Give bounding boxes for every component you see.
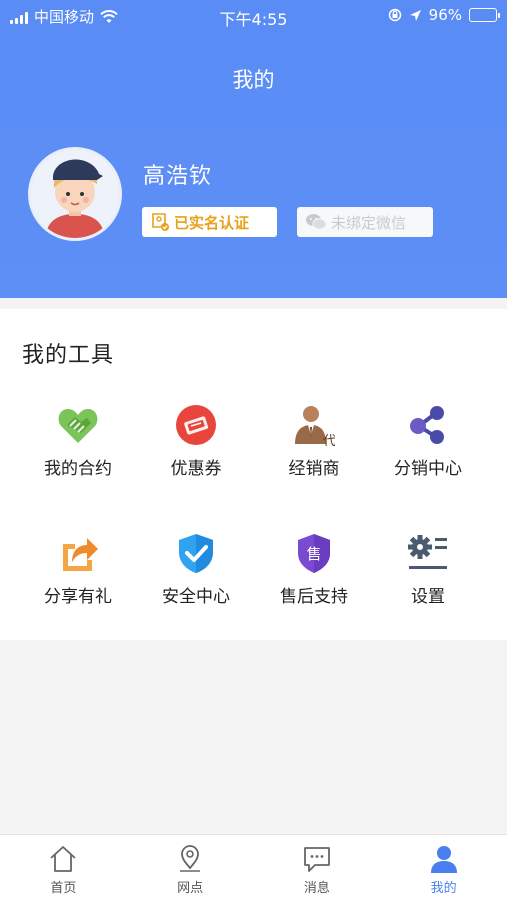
avatar[interactable] xyxy=(28,147,122,241)
tab-label: 消息 xyxy=(303,881,330,896)
coupon-icon xyxy=(174,403,218,447)
tool-my-contract[interactable]: 我的合约 xyxy=(15,403,141,479)
status-bar: 中国移动 下午4:55 96% xyxy=(0,0,507,32)
tab-home[interactable]: 首页 xyxy=(0,835,127,900)
user-icon xyxy=(430,846,457,873)
page-title: 我的 xyxy=(232,68,275,92)
wechat-label: 未绑定微信 xyxy=(331,213,407,232)
tool-after-sales[interactable]: 售 售后支持 xyxy=(251,531,377,607)
dealer-icon: 代 xyxy=(292,403,336,447)
tab-label: 我的 xyxy=(430,881,457,896)
tool-coupon[interactable]: 优惠券 xyxy=(133,403,259,479)
location-pin-icon xyxy=(180,845,201,872)
home-icon xyxy=(50,846,76,872)
share-nodes-icon xyxy=(406,403,450,447)
tool-share-gift[interactable]: 分享有礼 xyxy=(15,531,141,607)
svg-text:代: 代 xyxy=(323,434,335,446)
battery-percent: 96% xyxy=(428,6,462,24)
tab-messages[interactable]: 消息 xyxy=(254,835,381,900)
tool-label: 售后支持 xyxy=(280,587,348,607)
share-arrow-icon xyxy=(56,531,100,575)
tool-label: 分享有礼 xyxy=(44,587,112,607)
chat-bubble-icon xyxy=(303,847,330,872)
verified-badge[interactable]: 已实名认证 xyxy=(142,207,277,237)
svg-text:售: 售 xyxy=(306,545,321,563)
handshake-icon xyxy=(56,403,100,447)
orientation-lock-icon xyxy=(388,8,401,22)
gear-icon xyxy=(406,531,450,575)
tab-label: 网点 xyxy=(177,881,204,896)
verified-id-icon xyxy=(152,213,169,231)
wechat-bind-badge[interactable]: 未绑定微信 xyxy=(297,207,433,237)
user-name: 高浩钦 xyxy=(143,164,213,189)
tool-label: 安全中心 xyxy=(162,587,230,607)
tool-label: 经销商 xyxy=(288,459,340,479)
status-right: 96% xyxy=(388,6,500,24)
bottom-tab-bar: 首页 网点 消息 我的 xyxy=(0,834,507,900)
verified-label: 已实名认证 xyxy=(174,213,250,232)
profile-header: 中国移动 下午4:55 96% 我的 高浩钦 已实名认证 未绑定微信 xyxy=(0,0,507,298)
tool-settings[interactable]: 设置 xyxy=(365,531,491,607)
tool-security-center[interactable]: 安全中心 xyxy=(133,531,259,607)
tool-label: 优惠券 xyxy=(170,459,222,479)
wechat-icon xyxy=(306,214,327,230)
tool-distribution-center[interactable]: 分销中心 xyxy=(365,403,491,479)
avatar-illustration xyxy=(31,150,119,238)
tools-section: 我的工具 我的合约 优惠券 代 经销商 分销中心 分享有礼 安全中心 售 售后支… xyxy=(0,309,507,640)
tool-label: 设置 xyxy=(411,587,445,607)
tools-title: 我的工具 xyxy=(22,343,115,368)
tool-label: 我的合约 xyxy=(44,459,112,479)
location-arrow-icon xyxy=(409,9,421,21)
tab-mine[interactable]: 我的 xyxy=(380,835,507,900)
tool-dealer[interactable]: 代 经销商 xyxy=(251,403,377,479)
aftersales-shield-icon: 售 xyxy=(292,531,336,575)
shield-check-icon xyxy=(174,531,218,575)
battery-icon xyxy=(469,8,500,22)
tool-label: 分销中心 xyxy=(394,459,462,479)
tab-outlets[interactable]: 网点 xyxy=(127,835,254,900)
tab-label: 首页 xyxy=(50,881,77,896)
